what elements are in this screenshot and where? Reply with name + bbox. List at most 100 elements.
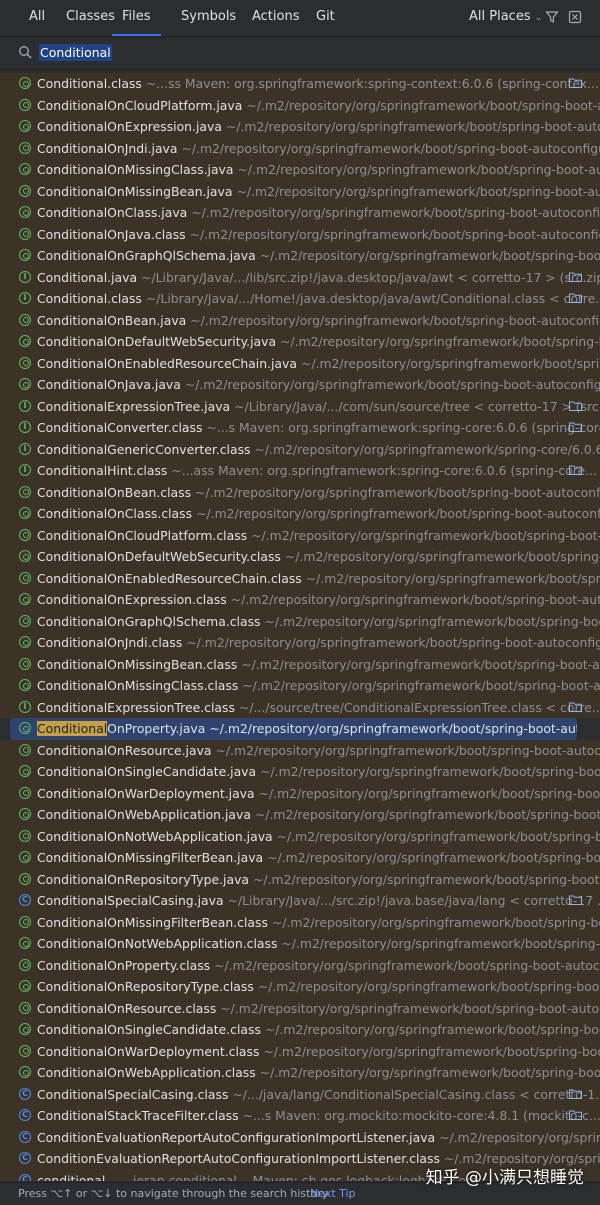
result-file-path: ~/.m2/repository/org/springfram	[439, 1130, 600, 1145]
annotation-icon	[19, 314, 31, 326]
result-row[interactable]: IConditionalGenericConverter.class~/.m2/…	[0, 439, 600, 461]
result-file-name-text: ConditionalOnNotWebApplication.java	[37, 829, 273, 844]
result-row[interactable]: ConditionalOnBean.class~/.m2/repository/…	[0, 482, 600, 504]
tab-classes[interactable]: Classes	[66, 0, 115, 34]
result-file-name: Conditional.java~/Library/Java/.../lib/s…	[37, 267, 600, 289]
result-file-name: ConditionalOnWarDeployment.class~/.m2/re…	[37, 1041, 600, 1063]
result-row[interactable]: ConditionalOnMissingBean.java~/.m2/repos…	[0, 181, 600, 203]
result-file-path: ~...ss Maven: org.springframework:spring…	[146, 76, 599, 91]
result-row[interactable]: IConditional.class~/Library/Java/.../Hom…	[0, 288, 600, 310]
result-file-path: ~/.m2/repository/org/springframework/boo…	[241, 657, 600, 672]
search-input[interactable]: Conditional	[39, 44, 112, 61]
scope-dropdown[interactable]: All Places⌄	[469, 0, 542, 34]
result-row[interactable]: ConditionalOnWebApplication.class~/.m2/r…	[0, 1062, 600, 1084]
result-row[interactable]: ConditionalOnClass.java~/.m2/repository/…	[0, 202, 600, 224]
result-row[interactable]: CConditionalStackTraceFilter.class~...s …	[0, 1105, 600, 1127]
annotation-icon	[19, 77, 31, 89]
result-row[interactable]: ConditionalOnEnabledResourceChain.java~/…	[0, 353, 600, 375]
result-row[interactable]: ConditionalOnResource.java~/.m2/reposito…	[0, 740, 600, 762]
result-file-path: ~/.m2/repository/org/springframework/spr…	[254, 442, 600, 457]
tab-git[interactable]: Git	[316, 0, 335, 34]
result-row[interactable]: ConditionalOnJndi.class~/.m2/repository/…	[0, 632, 600, 654]
next-tip-link[interactable]: Next Tip	[310, 1183, 356, 1204]
result-row[interactable]: ConditionalOnJava.class~/.m2/repository/…	[0, 224, 600, 246]
result-file-name: conditional......jerap.conditional... Ma…	[37, 1170, 490, 1182]
result-row[interactable]: IConditionalExpressionTree.class~/.../so…	[0, 697, 600, 719]
result-row[interactable]: ConditionalOnRepositoryType.java~/.m2/re…	[0, 869, 600, 891]
result-file-name-text: ConditionalOnBean.java	[37, 313, 186, 328]
tab-files[interactable]: Files	[112, 0, 161, 36]
result-row[interactable]: ConditionalOnSingleCandidate.java~/.m2/r…	[0, 761, 600, 783]
result-row[interactable]: IConditional.java~/Library/Java/.../lib/…	[0, 267, 600, 289]
filter-icon[interactable]	[545, 10, 559, 24]
result-row[interactable]: ConditionalOnMissingFilterBean.class~/.m…	[0, 912, 600, 934]
result-row[interactable]: I ConditionalConverter.class ~...s Maven: …	[0, 417, 600, 439]
result-file-name-text: ConditionalConverter.class	[37, 420, 202, 435]
result-file-name: ConditionalOnResource.java~/.m2/reposito…	[37, 740, 600, 762]
result-file-name: ConditionalSpecialCasing.class~/.../java…	[37, 1084, 600, 1106]
result-row[interactable]: ConditionalOnProperty.class~/.m2/reposit…	[0, 955, 600, 977]
result-file-name: ConditionalOnMissingFilterBean.java~/.m2…	[37, 847, 600, 869]
result-row[interactable]: ConditionalOnCloudPlatform.java~/.m2/rep…	[0, 95, 600, 117]
result-row[interactable]: ConditionalOnClass.class~/.m2/repository…	[0, 503, 600, 525]
result-row[interactable]: ConditionalOnCloudPlatform.class~/.m2/re…	[0, 525, 600, 547]
result-row[interactable]: ConditionalOnMissingFilterBean.java~/.m2…	[0, 847, 600, 869]
tab-actions[interactable]: Actions	[252, 0, 300, 34]
result-row[interactable]: ConditionalOnGraphQlSchema.class~/.m2/re…	[0, 611, 600, 633]
result-row[interactable]: ConditionalOnWarDeployment.java~/.m2/rep…	[0, 783, 600, 805]
result-row[interactable]: Conditional.class ~...ss Maven: org.sprin…	[0, 73, 600, 95]
result-file-path: ~...s Maven: org.mockito:mockito-core:4.…	[243, 1108, 600, 1123]
result-row[interactable]: ConditionalOnMissingClass.class~/.m2/rep…	[0, 675, 600, 697]
result-row[interactable]: ConditionalOnEnabledResourceChain.class~…	[0, 568, 600, 590]
result-row[interactable]: IConditionalHint.class~...ass Maven: org…	[0, 460, 600, 482]
annotation-icon	[19, 851, 31, 863]
tab-all[interactable]: All	[29, 0, 45, 34]
folder-icon	[569, 422, 582, 432]
result-file-path: ~...s Maven: org.springframework:spring-…	[206, 420, 600, 435]
result-row[interactable]: ConditionalOnResource.class~/.m2/reposit…	[0, 998, 600, 1020]
annotation-icon	[19, 507, 31, 519]
result-row[interactable]: ConditionalOnDefaultWebSecurity.class~/.…	[0, 546, 600, 568]
interface-icon: I	[19, 421, 31, 433]
result-file-path: ~/.m2/repository/org/springframework/boo…	[220, 1001, 600, 1016]
result-row[interactable]: CConditionEvaluationReportAutoConfigurat…	[0, 1127, 600, 1149]
result-row-selected[interactable]: ConditionalOnProperty.java~/.m2/reposito…	[10, 718, 577, 740]
result-row[interactable]: ConditionalOnJava.java~/.m2/repository/o…	[0, 374, 600, 396]
result-row[interactable]: ConditionalOnSingleCandidate.class~/.m2/…	[0, 1019, 600, 1041]
result-row[interactable]: IConditionalExpressionTree.java~/Library…	[0, 396, 600, 418]
result-row[interactable]: ConditionalOnJndi.java~/.m2/repository/o…	[0, 138, 600, 160]
result-file-path: ~/Library/Java/.../lib/src.zip!/java.des…	[141, 270, 600, 285]
tab-symbols[interactable]: Symbols	[181, 0, 236, 34]
result-row[interactable]: ConditionalOnMissingClass.java~/.m2/repo…	[0, 159, 600, 181]
result-file-name-text: ConditionalExpressionTree.class	[37, 700, 235, 715]
result-row[interactable]: ConditionalOnMissingBean.class~/.m2/repo…	[0, 654, 600, 676]
result-row[interactable]: ConditionalOnExpression.class~/.m2/repos…	[0, 589, 600, 611]
result-file-path: ~/.m2/repository/org/springframework/boo…	[260, 764, 600, 779]
result-file-path: ~/.m2/repository/org/springframework/boo…	[242, 678, 600, 693]
result-file-name: ConditionalOnMissingClass.class~/.m2/rep…	[37, 675, 600, 697]
result-row[interactable]: ConditionalOnBean.java ~/.m2/repository/o…	[0, 310, 600, 332]
result-row[interactable]: CConditionalSpecialCasing.class~/.../jav…	[0, 1084, 600, 1106]
result-row[interactable]: ConditionalOnWarDeployment.class~/.m2/re…	[0, 1041, 600, 1063]
search-bar[interactable]: Conditional	[0, 37, 600, 70]
result-row[interactable]: ConditionalOnWebApplication.java~/.m2/re…	[0, 804, 600, 826]
result-row[interactable]: CConditionalSpecialCasing.java~/Library/…	[0, 890, 600, 912]
result-row[interactable]: ConditionalOnNotWebApplication.java~/.m2…	[0, 826, 600, 848]
result-file-name-text: conditional...	[37, 1173, 117, 1182]
interface-icon: I	[19, 443, 31, 455]
result-row[interactable]: ConditionalOnRepositoryType.class~/.m2/r…	[0, 976, 600, 998]
result-file-name: ConditionalOnRepositoryType.java~/.m2/re…	[37, 869, 600, 891]
result-file-path: ~/.m2/repository/org/springframework/boo…	[255, 807, 600, 822]
result-file-name: ConditionalOnExpression.java~/.m2/reposi…	[37, 116, 600, 138]
result-row[interactable]: ConditionalOnGraphQlSchema.java~/.m2/rep…	[0, 245, 600, 267]
open-in-window-icon[interactable]	[568, 10, 582, 24]
result-file-name-text: ConditionalOnEnabledResourceChain.java	[37, 356, 297, 371]
result-file-path: ~/.../source/tree/ConditionalExpressionT…	[239, 700, 600, 715]
annotation-icon	[19, 550, 31, 562]
result-row[interactable]: ConditionalOnExpression.java~/.m2/reposi…	[0, 116, 600, 138]
result-file-name: ConditionalOnBean.java ~/.m2/repository/o…	[37, 310, 600, 332]
result-row[interactable]: ConditionalOnDefaultWebSecurity.java~/.m…	[0, 331, 600, 353]
result-file-path: ~/.m2/repository/org/springframework/boo…	[190, 313, 600, 328]
result-file-name-text: Conditional.class	[37, 76, 142, 91]
result-row[interactable]: ConditionalOnNotWebApplication.class~/.m…	[0, 933, 600, 955]
